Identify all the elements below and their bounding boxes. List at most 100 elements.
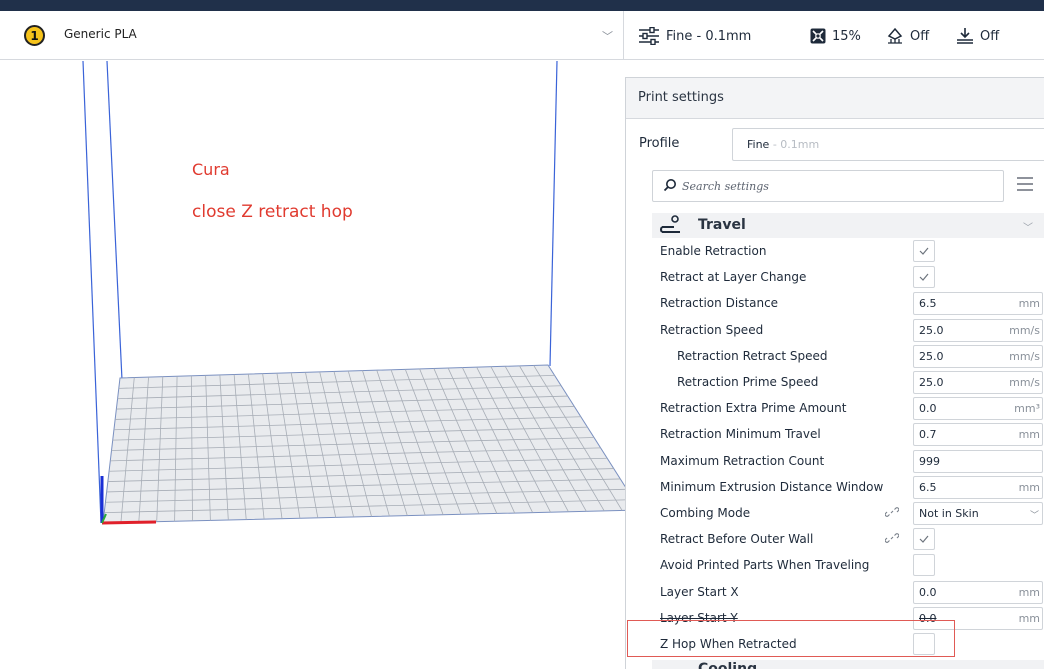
setting-row: Retraction Speed 25.0 mm/s <box>626 317 1044 343</box>
setting-value: 25.0 <box>919 349 944 363</box>
material-selector[interactable]: 1 Generic PLA ﹀ <box>0 11 624 60</box>
setting-row: Retract Before Outer Wall <box>626 526 1044 552</box>
quick-settings-bar[interactable]: Fine - 0.1mm 15% Off Off <box>624 11 1044 60</box>
setting-value: 0.0 <box>919 585 937 599</box>
annotation-title: Cura <box>192 160 230 179</box>
annotation-text: close Z retract hop <box>192 202 353 222</box>
top-toolbar: 1 Generic PLA ﹀ Fine - 0.1mm 15% Off Off <box>0 11 1044 60</box>
setting-value-input[interactable]: 25.0 mm/s <box>913 371 1043 394</box>
setting-value-input[interactable]: 6.5 mm <box>913 475 1043 499</box>
setting-checkbox[interactable] <box>913 240 935 262</box>
panel-title: Print settings <box>638 90 724 105</box>
setting-label: Enable Retraction <box>660 244 767 258</box>
extruder-badge: 1 <box>24 25 45 46</box>
adhesion-quick-setting[interactable]: Off <box>956 24 999 48</box>
setting-row: Avoid Printed Parts When Traveling <box>626 552 1044 578</box>
search-icon <box>663 179 676 192</box>
setting-checkbox[interactable] <box>913 528 935 551</box>
hamburger-menu-icon[interactable] <box>1016 176 1034 192</box>
setting-value: 0.7 <box>919 428 937 442</box>
infill-quick-setting[interactable]: 15% <box>810 24 861 48</box>
link-icon[interactable] <box>885 531 899 545</box>
setting-value: 25.0 <box>919 323 944 337</box>
setting-value: 0.0 <box>919 402 937 416</box>
support-value: Off <box>910 28 930 44</box>
infill-icon <box>810 28 826 44</box>
adhesion-value: Off <box>980 28 1000 44</box>
setting-row: Maximum Retraction Count 999 <box>626 448 1044 474</box>
setting-checkbox[interactable] <box>913 633 935 655</box>
setting-label: Z Hop When Retracted <box>660 637 797 651</box>
setting-row: Layer Start X 0.0 mm <box>626 579 1044 605</box>
setting-checkbox[interactable] <box>913 266 935 289</box>
setting-select-value: Not in Skin <box>919 507 979 520</box>
setting-label: Combing Mode <box>660 506 751 520</box>
setting-value-input[interactable]: 0.0 mm <box>913 580 1043 604</box>
setting-label: Retract at Layer Change <box>660 270 807 285</box>
setting-row: Layer Start Y 0.0 mm <box>626 605 1044 631</box>
profile-quick-setting[interactable]: Fine - 0.1mm <box>638 24 751 48</box>
setting-value-input[interactable]: 25.0 mm/s <box>913 344 1043 368</box>
3d-viewport[interactable]: Cura close Z retract hop <box>0 61 625 669</box>
setting-label: Retraction Extra Prime Amount <box>660 401 847 416</box>
infill-value: 15% <box>832 28 861 44</box>
setting-row: Retraction Prime Speed 25.0 mm/s <box>626 369 1044 395</box>
build-volume <box>82 61 625 525</box>
category-cooling-label: Cooling <box>698 661 758 669</box>
check-icon <box>919 273 929 282</box>
setting-value: 0.0 <box>919 611 937 625</box>
support-icon <box>887 27 903 44</box>
setting-row: Retract at Layer Change <box>626 264 1044 290</box>
search-settings-input[interactable]: Search settings <box>652 170 1004 202</box>
setting-value-input[interactable]: 6.5 mm <box>913 292 1043 316</box>
setting-row: Z Hop When Retracted <box>626 631 1044 657</box>
link-icon[interactable] <box>885 505 899 519</box>
setting-unit: mm/s <box>1009 349 1040 363</box>
setting-value-input[interactable]: 0.7 mm <box>913 423 1043 447</box>
setting-label: Retraction Prime Speed <box>677 375 819 389</box>
setting-row: Retraction Distance 6.5 mm <box>626 290 1044 316</box>
setting-value: 999 <box>919 454 940 468</box>
window-top-edge <box>0 0 1044 11</box>
support-quick-setting[interactable]: Off <box>886 24 929 48</box>
setting-label: Minimum Extrusion Distance Window <box>660 479 884 494</box>
material-name: Generic PLA <box>64 27 137 41</box>
setting-select[interactable]: Not in Skin ﹀ <box>913 502 1043 525</box>
setting-label: Layer Start Y <box>660 610 738 625</box>
setting-label: Retract Before Outer Wall <box>660 532 814 547</box>
chevron-down-icon: ﹀ <box>602 30 613 43</box>
travel-icon <box>660 215 680 233</box>
adhesion-icon <box>957 28 973 44</box>
profile-name: Fine <box>747 138 770 151</box>
category-cooling[interactable]: Cooling <box>652 660 1044 669</box>
setting-row: Enable Retraction <box>626 238 1044 264</box>
profile-layer-height: - 0.1mm <box>769 138 820 151</box>
setting-row: Minimum Extrusion Distance Window 6.5 mm <box>626 474 1044 500</box>
sliders-icon <box>639 27 659 45</box>
setting-checkbox[interactable] <box>913 554 935 577</box>
setting-value-input[interactable]: 0.0 mm <box>913 606 1043 630</box>
search-placeholder: Search settings <box>682 180 769 193</box>
setting-unit: mm <box>1018 585 1040 599</box>
setting-label: Avoid Printed Parts When Traveling <box>660 558 870 573</box>
setting-unit: mm <box>1018 611 1040 625</box>
setting-value-input[interactable]: 25.0 mm/s <box>913 318 1043 342</box>
setting-unit: mm/s <box>1009 323 1040 337</box>
setting-row: Retraction Extra Prime Amount 0.0 mm³ <box>626 395 1044 421</box>
setting-value-input[interactable]: 0.0 mm³ <box>913 397 1043 421</box>
setting-label: Layer Start X <box>660 584 739 599</box>
setting-label: Retraction Retract Speed <box>677 348 828 363</box>
setting-unit: mm <box>1018 297 1040 311</box>
category-travel[interactable]: Travel ﹀ <box>652 213 1044 238</box>
setting-label: Retraction Speed <box>660 322 764 337</box>
setting-row: Combing Mode Not in Skin ﹀ <box>626 500 1044 526</box>
setting-label: Retraction Minimum Travel <box>660 427 821 442</box>
profile-dropdown[interactable]: Fine - 0.1mm <box>732 128 1044 161</box>
check-icon <box>919 247 929 255</box>
setting-value-input[interactable]: 999 <box>913 449 1043 473</box>
chevron-down-icon: ﹀ <box>1023 223 1033 234</box>
setting-label: Maximum Retraction Count <box>660 453 825 468</box>
setting-value: 6.5 <box>919 297 937 311</box>
profile-quick-label: Fine - 0.1mm <box>666 28 752 44</box>
chevron-down-icon: ﹀ <box>1030 511 1040 521</box>
